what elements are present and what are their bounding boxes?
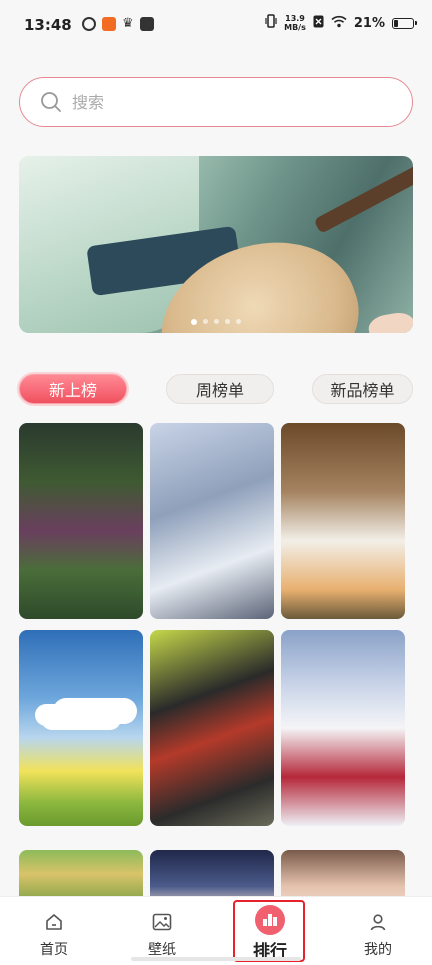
wallpaper-card[interactable] xyxy=(19,630,143,826)
nav-mine[interactable]: 我的 xyxy=(324,897,432,965)
nav-home[interactable]: 首页 xyxy=(0,897,108,965)
search-bar[interactable] xyxy=(19,77,413,127)
wallpaper-card[interactable] xyxy=(281,630,405,826)
tab-new-list[interactable]: 新上榜 xyxy=(19,374,127,404)
vibrate-icon xyxy=(265,14,277,32)
home-icon xyxy=(45,912,63,932)
carousel-dot[interactable] xyxy=(236,319,241,324)
tab-weekly-list[interactable]: 周榜单 xyxy=(166,374,274,404)
carousel-dot[interactable] xyxy=(214,319,219,324)
battery-percent: 21% xyxy=(353,15,385,31)
message-icon xyxy=(139,17,154,31)
banner-carousel[interactable] xyxy=(19,156,413,333)
crown-icon: ♛ xyxy=(122,16,134,31)
network-speed: 13.9 MB/s xyxy=(284,14,306,32)
nav-wallpaper[interactable]: 壁纸 xyxy=(108,897,216,965)
sim-off-icon xyxy=(313,15,324,32)
nav-wallpaper-label: 壁纸 xyxy=(148,942,176,958)
status-right: 13.9 MB/s 21% xyxy=(265,14,417,32)
wallpaper-card[interactable] xyxy=(150,423,274,619)
carousel-dot[interactable] xyxy=(225,319,230,324)
app-notification-icon xyxy=(82,17,96,31)
tab-new-product-list[interactable]: 新品榜单 xyxy=(312,374,413,404)
wifi-icon xyxy=(331,15,347,32)
wallpaper-card[interactable] xyxy=(281,423,405,619)
orange-app-icon xyxy=(102,17,116,31)
wallpaper-card[interactable] xyxy=(19,423,143,619)
home-indicator xyxy=(131,957,301,961)
carousel-indicator xyxy=(19,319,413,325)
search-icon xyxy=(41,92,61,112)
image-icon xyxy=(152,912,172,932)
highlight-annotation xyxy=(233,900,305,962)
status-time: 13:48 xyxy=(24,16,72,34)
network-speed-value: 13.9 xyxy=(285,14,305,23)
status-bar: 13:48 ♛ 13.9 MB/s 21% xyxy=(0,0,432,52)
network-speed-unit: MB/s xyxy=(284,23,306,32)
carousel-dot[interactable] xyxy=(191,319,197,325)
carousel-dot[interactable] xyxy=(203,319,208,324)
notification-icons: ♛ xyxy=(82,17,154,31)
nav-mine-label: 我的 xyxy=(364,942,392,958)
bottom-nav: 首页 壁纸 排行 我的 xyxy=(0,896,432,965)
wallpaper-card[interactable] xyxy=(150,630,274,826)
user-icon xyxy=(369,912,387,932)
nav-home-label: 首页 xyxy=(40,942,68,958)
battery-icon xyxy=(392,17,417,29)
search-input[interactable] xyxy=(70,91,374,113)
